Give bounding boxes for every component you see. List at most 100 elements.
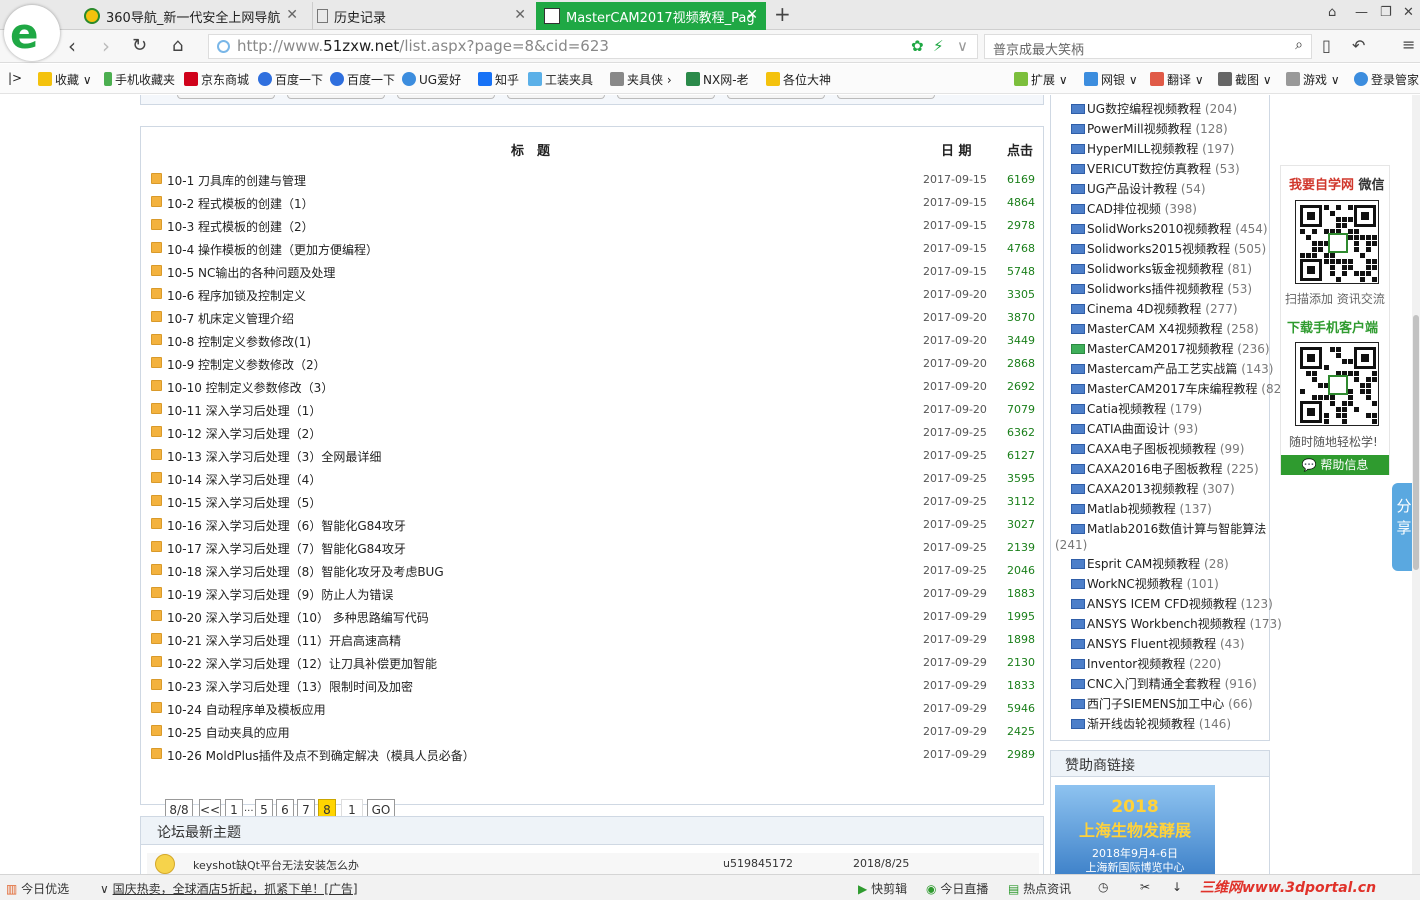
bookmark-nx[interactable]: NX网-老 [686,71,749,88]
lesson-title-link[interactable]: 10-19 深入学习后处理（9）防止人为错误 [167,586,393,603]
category-item[interactable]: UG产品设计教程 (54) [1071,180,1206,200]
status-kjj[interactable]: ▶ 快剪辑 [858,880,907,897]
url-input[interactable]: http://www.51zxw.net/list.aspx?page=8&ci… [208,34,978,59]
category-item[interactable]: Matlab2016数值计算与智能算法 [1071,520,1266,540]
search-icon[interactable]: ⌕ [1295,37,1303,53]
lesson-row[interactable]: 10-2 程式模板的创建（1） 2017-09-15 4864 [151,191,1035,214]
category-item[interactable]: UG数控编程视频教程 (204) [1071,100,1237,120]
forum-subject-link[interactable]: keyshot缺Qt平台无法安装怎么办 [193,857,359,873]
new-tab-button[interactable]: + [774,2,791,26]
category-item[interactable]: Cinema 4D视频教程 (277) [1071,300,1238,320]
lesson-row[interactable]: 10-8 控制定义参数修改(1) 2017-09-20 3449 [151,329,1035,352]
category-item[interactable]: 西门子SIEMENS加工中心 (66) [1071,695,1253,715]
category-item[interactable]: CATIA曲面设计 (93) [1071,420,1198,440]
top-tab-button[interactable] [617,95,715,99]
mobile-icon[interactable]: ▯ [1322,36,1331,55]
speed-dial-icon[interactable]: ◷ [1098,880,1108,894]
lesson-row[interactable]: 10-21 深入学习后处理（11）开启高速高精 2017-09-29 1898 [151,628,1035,651]
chevron-down-icon[interactable]: ∨ [957,37,968,55]
top-tab-button[interactable] [507,95,605,99]
lesson-row[interactable]: 10-10 控制定义参数修改（3） 2017-09-20 2692 [151,375,1035,398]
lesson-row[interactable]: 10-9 控制定义参数修改（2） 2017-09-20 2868 [151,352,1035,375]
sidebar-toggle-icon[interactable]: |> [8,71,22,85]
category-item[interactable]: MasterCAM2017视频教程 (236) [1071,340,1270,360]
skin-icon[interactable]: ⌂ [1328,5,1336,20]
lesson-row[interactable]: 10-12 深入学习后处理（2） 2017-09-25 6362 [151,421,1035,444]
lesson-title-link[interactable]: 10-1 刀具库的创建与管理 [167,172,306,189]
lesson-row[interactable]: 10-23 深入学习后处理（13）限制时间及加密 2017-09-29 1833 [151,674,1035,697]
lesson-row[interactable]: 10-11 深入学习后处理（1） 2017-09-20 7079 [151,398,1035,421]
category-item[interactable]: CAXA2013视频教程 (307) [1071,480,1235,500]
bookmark-gods[interactable]: 各位大神 [766,71,831,88]
search-input[interactable]: 普京成最大笑柄 ⌕ [984,34,1312,59]
lesson-title-link[interactable]: 10-16 深入学习后处理（6）智能化G84攻牙 [167,517,406,534]
forward-button[interactable]: › [102,34,110,58]
category-item[interactable]: Matlab视频教程 (137) [1071,500,1212,520]
status-ad-link[interactable]: ∨ 国庆热卖，全球酒店5折起，抓紧下单！[广告] [100,880,358,897]
lesson-row[interactable]: 10-4 操作模板的创建（更加方便编程） 2017-09-15 4768 [151,237,1035,260]
close-icon[interactable]: ✕ [286,7,298,23]
category-item[interactable]: ANSYS Fluent视频教程 (43) [1071,635,1245,655]
tool-games[interactable]: 游戏 ∨ [1286,71,1340,88]
bookmark-baidu-1[interactable]: 百度一下 [258,71,323,88]
lesson-row[interactable]: 10-16 深入学习后处理（6）智能化G84攻牙 2017-09-25 3027 [151,513,1035,536]
bookmark-fixture[interactable]: 工装夹具 [528,71,593,88]
lesson-row[interactable]: 10-15 深入学习后处理（5） 2017-09-25 3112 [151,490,1035,513]
category-item[interactable]: 渐开线齿轮视频教程 (146) [1071,715,1231,735]
category-item[interactable]: Catia视频教程 (179) [1071,400,1202,420]
lesson-title-link[interactable]: 10-22 深入学习后处理（12）让刀具补偿更加智能 [167,655,437,672]
tool-translate[interactable]: 翻译 ∨ [1150,71,1204,88]
minimize-button[interactable]: — [1355,5,1368,20]
category-item[interactable]: VERICUT数控仿真教程 (53) [1071,160,1240,180]
bookmark-baidu-2[interactable]: 百度一下 [330,71,395,88]
lesson-row[interactable]: 10-26 MoldPlus插件及点不到确定解决（模具人员必备） 2017-09-… [151,743,1035,766]
category-item[interactable]: Solidworks插件视频教程 (53) [1071,280,1252,300]
lesson-title-link[interactable]: 10-17 深入学习后处理（7）智能化G84攻牙 [167,540,406,557]
lesson-title-link[interactable]: 10-21 深入学习后处理（11）开启高速高精 [167,632,401,649]
top-tab-button[interactable] [287,95,385,99]
lesson-title-link[interactable]: 10-18 深入学习后处理（8）智能化攻牙及考虑BUG [167,563,444,580]
lesson-title-link[interactable]: 10-2 程式模板的创建（1） [167,195,314,212]
category-item[interactable]: Solidworks钣金视频教程 (81) [1071,260,1252,280]
tab-360-nav[interactable]: 360导航_新一代安全上网导航 ✕ [78,2,306,30]
category-item[interactable]: ANSYS ICEM CFD视频教程 (123) [1071,595,1273,615]
lesson-title-link[interactable]: 10-23 深入学习后处理（13）限制时间及加密 [167,678,413,695]
close-icon[interactable]: ✕ [746,7,758,23]
lesson-title-link[interactable]: 10-13 深入学习后处理（3）全网最详细 [167,448,381,465]
lesson-row[interactable]: 10-20 深入学习后处理（10） 多种思路编写代码 2017-09-29 1995 [151,605,1035,628]
undo-icon[interactable]: ↶ [1352,36,1365,55]
lesson-row[interactable]: 10-25 自动夹具的应用 2017-09-29 2425 [151,720,1035,743]
category-item[interactable]: CAD排位视频 (398) [1071,200,1197,220]
lesson-title-link[interactable]: 10-7 机床定义管理介绍 [167,310,294,327]
category-item[interactable]: Solidworks2015视频教程 (505) [1071,240,1266,260]
bookmark-mobile[interactable]: 手机收藏夹 [104,71,175,88]
bookmark-zhihu[interactable]: 知乎 [478,71,519,88]
tool-bank[interactable]: 网银 ∨ [1084,71,1138,88]
lesson-title-link[interactable]: 10-12 深入学习后处理（2） [167,425,321,442]
forum-author[interactable]: u519845172 [723,857,793,870]
bookmark-jd[interactable]: 京东商城 [184,71,249,88]
back-button[interactable]: ‹ [68,34,76,58]
lesson-row[interactable]: 10-13 深入学习后处理（3）全网最详细 2017-09-25 6127 [151,444,1035,467]
lesson-title-link[interactable]: 10-25 自动夹具的应用 [167,724,290,741]
lesson-row[interactable]: 10-5 NC输出的各种问题及处理 2017-09-15 5748 [151,260,1035,283]
category-item[interactable]: Inventor视频教程 (220) [1071,655,1221,675]
tab-history[interactable]: 历史记录 ✕ [312,2,534,30]
close-icon[interactable]: ✕ [514,7,526,23]
scissors-icon[interactable]: ✂ [1140,880,1150,894]
category-item[interactable]: MasterCAM X4视频教程 (258) [1071,320,1259,340]
lesson-title-link[interactable]: 10-3 程式模板的创建（2） [167,218,314,235]
lesson-title-link[interactable]: 10-11 深入学习后处理（1） [167,402,321,419]
top-tab-button[interactable] [397,95,495,99]
speed-icon[interactable]: ⚡ [933,37,944,55]
lesson-row[interactable]: 10-22 深入学习后处理（12）让刀具补偿更加智能 2017-09-29 2130 [151,651,1035,674]
lesson-row[interactable]: 10-6 程序加锁及控制定义 2017-09-20 3305 [151,283,1035,306]
help-button[interactable]: 💬 帮助信息 [1281,455,1389,475]
lesson-row[interactable]: 10-18 深入学习后处理（8）智能化攻牙及考虑BUG 2017-09-25 204… [151,559,1035,582]
category-item[interactable]: HyperMILL视频教程 (197) [1071,140,1234,160]
lesson-title-link[interactable]: 10-4 操作模板的创建（更加方便编程） [167,241,378,258]
tab-mastercam[interactable]: MasterCAM2017视频教程_Pag ✕ [536,2,766,30]
top-tab-button[interactable] [837,95,935,99]
status-news[interactable]: ▤ 热点资讯 [1008,880,1071,897]
browser-logo-icon[interactable]: e [4,5,60,61]
